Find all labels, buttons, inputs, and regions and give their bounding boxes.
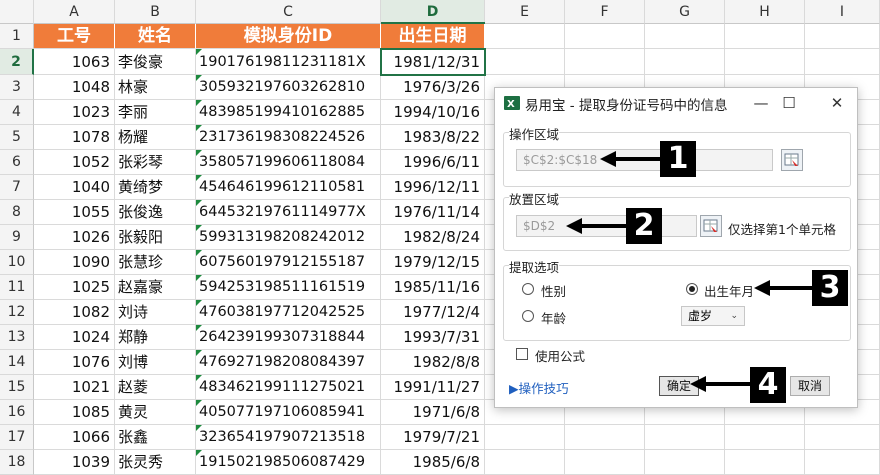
callout-badge-3: 3 (812, 270, 848, 306)
callout-badge-1: 1 (660, 141, 696, 177)
callout-badge-2: 2 (626, 208, 662, 244)
callout-arrows (566, 151, 812, 392)
callout-badge-4: 4 (750, 367, 786, 403)
